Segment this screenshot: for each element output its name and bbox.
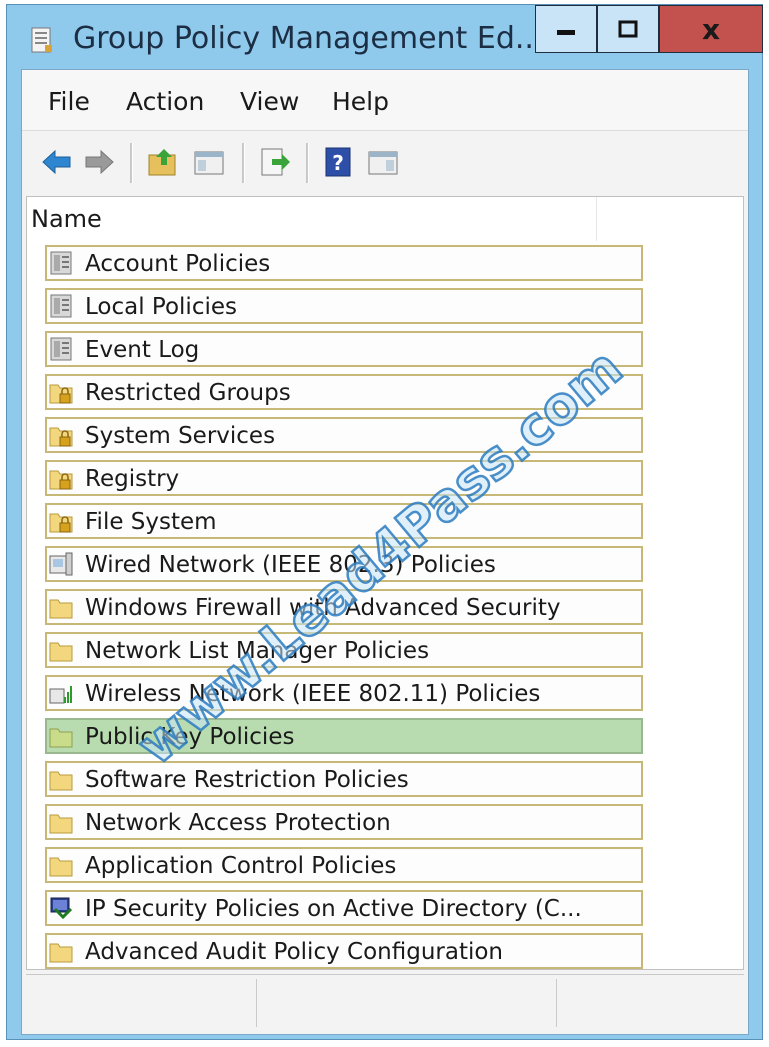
folder-icon: [49, 642, 73, 662]
title-bar[interactable]: Group Policy Management Ed... x: [7, 5, 763, 69]
menu-help[interactable]: Help: [332, 87, 389, 116]
minimize-icon: [557, 30, 575, 35]
wired-network-icon: [49, 552, 73, 576]
list-item-label: Network Access Protection: [85, 810, 391, 836]
forward-arrow-icon[interactable]: [82, 145, 116, 179]
policy-list-view: Name Account Policies Local Policies Eve…: [26, 196, 744, 970]
close-icon: x: [701, 12, 721, 46]
menu-action[interactable]: Action: [126, 87, 204, 116]
list-item[interactable]: System Services: [45, 417, 643, 453]
status-pane: [256, 979, 257, 1027]
locked-folder-icon: [49, 384, 73, 404]
folder-icon: [49, 771, 73, 791]
maximize-button[interactable]: [597, 5, 659, 53]
window-title: Group Policy Management Ed...: [73, 21, 544, 56]
list-header: Name: [27, 197, 743, 241]
policy-icon: [50, 251, 72, 275]
app-icon: [31, 27, 52, 53]
list-item[interactable]: Network Access Protection: [45, 804, 643, 840]
folder-icon: [49, 814, 73, 834]
menu-file[interactable]: File: [48, 87, 90, 116]
list-item-label: Wireless Network (IEEE 802.11) Policies: [85, 681, 541, 707]
list-item-label: File System: [85, 509, 217, 535]
list-item[interactable]: Application Control Policies: [45, 847, 643, 883]
ip-security-icon: [50, 897, 73, 920]
svg-text:?: ?: [332, 151, 344, 175]
list-item[interactable]: Network List Manager Policies: [45, 632, 643, 668]
minimize-button[interactable]: [535, 5, 597, 53]
list-item[interactable]: Wireless Network (IEEE 802.11) Policies: [45, 675, 643, 711]
locked-folder-icon: [49, 513, 73, 533]
app-window: Group Policy Management Ed... x File Act…: [6, 4, 763, 1040]
list-item-label: IP Security Policies on Active Directory…: [85, 896, 582, 922]
list-item[interactable]: Advanced Audit Policy Configuration: [45, 933, 643, 969]
window-body: File Action View Help ? Name Account Pol…: [21, 69, 749, 1035]
list-item-label: Application Control Policies: [85, 853, 397, 879]
list-item-label: Wired Network (IEEE 802.3) Policies: [85, 552, 496, 578]
list-item[interactable]: Account Policies: [45, 245, 643, 281]
list-item[interactable]: Event Log: [45, 331, 643, 367]
list-item[interactable]: Wired Network (IEEE 802.3) Policies: [45, 546, 643, 582]
list-item-label: System Services: [85, 423, 276, 449]
toolbar-separator: [306, 143, 309, 183]
list-item-label: Network List Manager Policies: [85, 638, 430, 664]
list-item-label: Advanced Audit Policy Configuration: [85, 939, 503, 965]
export-list-icon[interactable]: [258, 145, 292, 179]
list-item[interactable]: Restricted Groups: [45, 374, 643, 410]
policy-icon: [50, 337, 72, 361]
list-item-label: Public Key Policies: [85, 724, 295, 750]
list-item[interactable]: File System: [45, 503, 643, 539]
menu-view[interactable]: View: [240, 87, 299, 116]
maximize-icon: [618, 20, 638, 38]
up-folder-icon[interactable]: [146, 145, 180, 179]
list-item-label: Windows Firewall with Advanced Security: [85, 595, 561, 621]
policy-icon: [50, 294, 72, 318]
wireless-network-icon: [49, 686, 72, 704]
status-bar: [26, 974, 744, 1031]
locked-folder-icon: [49, 427, 73, 447]
menu-bar: File Action View Help: [22, 70, 748, 130]
locked-folder-icon: [49, 470, 73, 490]
folder-icon: [49, 857, 73, 877]
help-icon[interactable]: ?: [322, 145, 356, 179]
list-item-label: Local Policies: [85, 294, 237, 320]
column-divider[interactable]: [596, 197, 597, 241]
toolbar-separator: [130, 143, 133, 183]
close-button[interactable]: x: [659, 5, 763, 53]
list-item-label: Registry: [85, 466, 180, 492]
show-hide-tree-icon[interactable]: [192, 145, 226, 179]
list-item-label: Restricted Groups: [85, 380, 291, 406]
list-item-label: Software Restriction Policies: [85, 767, 409, 793]
folder-icon: [49, 943, 73, 963]
toolbar: ?: [22, 130, 748, 193]
list-item-label: Account Policies: [85, 251, 271, 277]
folder-icon: [49, 728, 73, 748]
status-pane: [556, 979, 557, 1027]
list-item[interactable]: Software Restriction Policies: [45, 761, 643, 797]
list-item[interactable]: Windows Firewall with Advanced Security: [45, 589, 643, 625]
list-item-selected[interactable]: Public Key Policies: [45, 718, 643, 754]
list-item[interactable]: Registry: [45, 460, 643, 496]
list-item-label: Event Log: [85, 337, 200, 363]
back-arrow-icon[interactable]: [40, 145, 74, 179]
toolbar-separator: [242, 143, 245, 183]
folder-icon: [49, 599, 73, 619]
column-header-name[interactable]: Name: [31, 205, 102, 233]
list-item[interactable]: IP Security Policies on Active Directory…: [45, 890, 643, 926]
show-hide-action-pane-icon[interactable]: [366, 145, 400, 179]
list-item[interactable]: Local Policies: [45, 288, 643, 324]
